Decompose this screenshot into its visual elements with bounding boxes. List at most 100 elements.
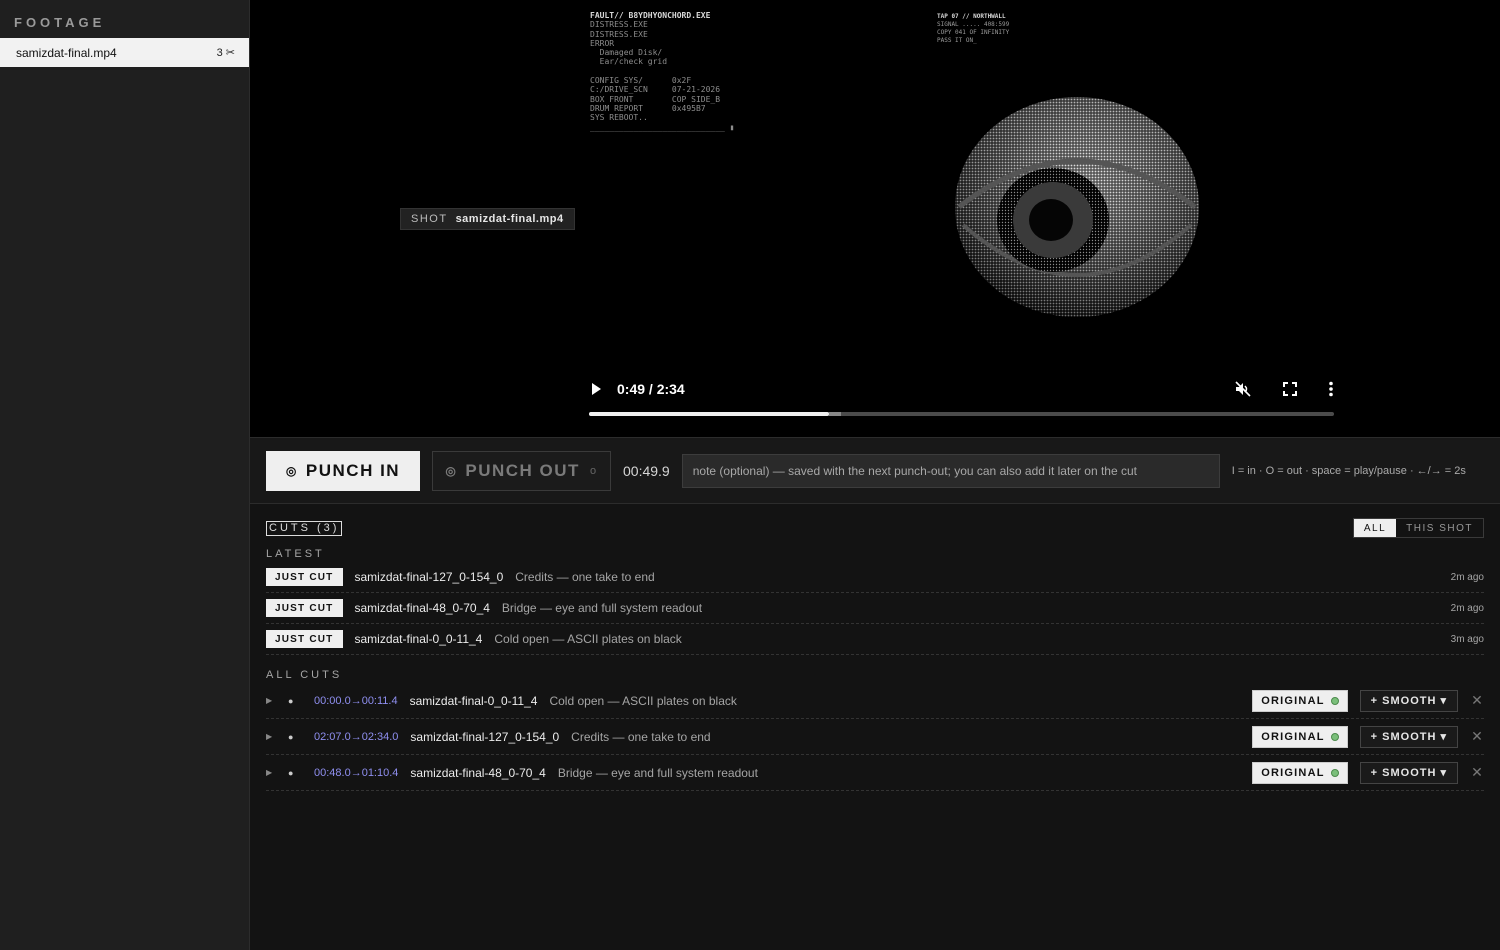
ascii-line: BOX FRONT COP SIDE_B (590, 94, 721, 104)
cut-note: Credits — one take to end (515, 570, 655, 584)
latest-cut-row[interactable]: JUST CUT samizdat-final-127_0-154_0 Cred… (266, 562, 1484, 593)
player-controls: 0:49 / 2:34 (589, 376, 1334, 402)
cut-range[interactable]: 00:00.0→00:11.4 (314, 695, 398, 707)
cuts-filter-toggle: ALL THIS SHOT (1352, 518, 1484, 538)
cut-note: Bridge — eye and full system readout (501, 601, 703, 615)
cut-range[interactable]: 02:07.0→02:34.0 (314, 731, 398, 743)
latest-list: JUST CUT samizdat-final-127_0-154_0 Cred… (266, 562, 1484, 655)
sidebar-file-item[interactable]: samizdat-final.mp4 3 ✂ (0, 38, 249, 67)
ascii-line (590, 67, 735, 76)
shot-label-value: samizdat-final.mp4 (455, 213, 564, 225)
kebab-menu-icon (1329, 381, 1333, 397)
mute-button[interactable] (1234, 380, 1252, 398)
ready-indicator-icon (1330, 696, 1339, 705)
cut-timestamp: 2m ago (1450, 602, 1484, 614)
cut-actions: ORIGINAL + SMOOTH ▾ ✕ (1252, 761, 1484, 784)
just-cut-badge: JUST CUT (266, 599, 343, 617)
main: FAULT// B8YDHYONCHORD.EXE DISTRESS.EXE DIS… (250, 0, 1500, 950)
latest-cut-row[interactable]: JUST CUT samizdat-final-0_0-11_4 Cold op… (266, 624, 1484, 655)
just-cut-badge: JUST CUT (266, 630, 343, 648)
ascii-line: FAULT// B8YDHYONCHORD.EXE (590, 11, 711, 20)
play-button[interactable] (589, 382, 603, 396)
expand-caret-icon[interactable]: ▶ (266, 732, 288, 741)
smooth-dropdown[interactable]: + SMOOTH ▾ (1359, 761, 1458, 784)
ascii-line: Damaged Disk/ (590, 48, 663, 58)
filter-all[interactable]: ALL (1353, 519, 1397, 537)
cut-row: ▶ ● 00:00.0→00:11.4 samizdat-final-0_0-1… (266, 683, 1484, 719)
cuts-panel: CUTS (3) ALL THIS SHOT LATEST JUST CUT s… (250, 504, 1500, 791)
original-button[interactable]: ORIGINAL (1252, 689, 1348, 712)
cut-timestamp: 3m ago (1450, 633, 1484, 645)
shot-label: SHOT samizdat-final.mp4 (400, 208, 575, 230)
video-player[interactable]: FAULT// B8YDHYONCHORD.EXE DISTRESS.EXE DIS… (250, 0, 1500, 437)
cut-range[interactable]: 00:48.0→01:10.4 (314, 767, 398, 779)
keyboard-hints: I = in · O = out · space = play/pause · … (1231, 464, 1466, 477)
play-icon (592, 383, 601, 395)
cuts-header: CUTS (3) ALL THIS SHOT (266, 518, 1484, 538)
all-cuts-list: ▶ ● 00:00.0→00:11.4 samizdat-final-0_0-1… (266, 683, 1484, 791)
filter-this-shot[interactable]: THIS SHOT (1396, 519, 1483, 537)
original-label: ORIGINAL (1261, 766, 1325, 779)
cut-row: ▶ ● 00:48.0→01:10.4 samizdat-final-48_0-… (266, 755, 1484, 791)
seek-bar[interactable] (589, 412, 1334, 416)
cut-timestamp: 2m ago (1450, 571, 1484, 583)
ascii-readout-right: TAP 07 // NORTHWALL SIGNAL ..... 408:599 C… (937, 13, 1009, 45)
just-cut-badge: JUST CUT (266, 568, 343, 586)
ascii-line: C:/DRIVE_SCN 07-21-2026 (590, 85, 721, 95)
player-controls-right (1234, 380, 1334, 398)
note-input[interactable] (681, 453, 1220, 488)
cut-row: ▶ ● 02:07.0→02:34.0 samizdat-final-127_0… (266, 719, 1484, 755)
original-button[interactable]: ORIGINAL (1252, 725, 1348, 748)
ascii-line: DISTRESS.EXE (590, 20, 648, 30)
cut-note: Cold open — ASCII plates on black (494, 632, 682, 646)
seek-bar-played (589, 412, 829, 416)
punch-out-suffix: o (589, 464, 598, 477)
punch-in-button[interactable]: ◎ PUNCH IN (266, 450, 420, 491)
app: FOOTAGE samizdat-final.mp4 3 ✂ FAULT// B… (0, 0, 1500, 950)
cut-actions: ORIGINAL + SMOOTH ▾ ✕ (1252, 725, 1484, 748)
ready-indicator-icon (1330, 732, 1339, 741)
shot-label-key: SHOT (411, 213, 448, 225)
ascii-line: TAP 07 // NORTHWALL (937, 13, 1006, 20)
punch-in-label: PUNCH IN (305, 460, 401, 480)
target-icon: ◎ (445, 463, 458, 478)
cut-name: samizdat-final-127_0-154_0 (354, 570, 504, 584)
seek-bar-buffered (828, 412, 841, 416)
eye-graphic (955, 97, 1199, 317)
original-button[interactable]: ORIGINAL (1252, 761, 1348, 784)
more-options-button[interactable] (1328, 381, 1334, 397)
delete-cut-icon[interactable]: ✕ (1470, 692, 1484, 709)
cut-name: samizdat-final-0_0-11_4 (409, 693, 538, 708)
punch-out-button[interactable]: ◎ PUNCH OUT o (432, 450, 611, 491)
fullscreen-icon (1283, 382, 1297, 396)
sidebar-title: FOOTAGE (14, 15, 106, 30)
delete-cut-icon[interactable]: ✕ (1470, 764, 1484, 781)
latest-cut-row[interactable]: JUST CUT samizdat-final-48_0-70_4 Bridge… (266, 593, 1484, 624)
playback-time: 0:49 / 2:34 (617, 381, 685, 397)
ascii-line: CONFIG SYS/ 0x2F (590, 76, 692, 86)
ascii-line: DRUM REPORT 0x495B7 (590, 103, 706, 113)
smooth-dropdown[interactable]: + SMOOTH ▾ (1359, 725, 1458, 748)
delete-cut-icon[interactable]: ✕ (1470, 728, 1484, 745)
ascii-line: COPY 041 OF INFINITY (937, 29, 1010, 36)
cut-name: samizdat-final-48_0-70_4 (354, 601, 490, 615)
fullscreen-button[interactable] (1282, 381, 1298, 397)
ascii-line: ____________________________ ▮ (590, 122, 735, 132)
muted-speaker-icon (1235, 381, 1251, 397)
expand-caret-icon[interactable]: ▶ (266, 696, 288, 705)
file-cut-count: 3 ✂ (216, 47, 235, 59)
ascii-line: PASS IT ON_ (937, 37, 977, 44)
smooth-dropdown[interactable]: + SMOOTH ▾ (1359, 689, 1458, 712)
sidebar: FOOTAGE samizdat-final.mp4 3 ✂ (0, 0, 250, 950)
original-label: ORIGINAL (1261, 730, 1325, 743)
cut-name: samizdat-final-127_0-154_0 (410, 729, 560, 744)
latest-label: LATEST (266, 548, 325, 560)
cut-name: samizdat-final-48_0-70_4 (410, 765, 546, 780)
current-timecode: 00:49.9 (623, 462, 670, 479)
ascii-line: DISTRESS.EXE (590, 29, 648, 39)
expand-caret-icon[interactable]: ▶ (266, 768, 288, 777)
cut-note: Cold open — ASCII plates on black (549, 693, 737, 708)
punch-out-label: PUNCH OUT (465, 460, 580, 480)
original-label: ORIGINAL (1261, 694, 1325, 707)
cut-note: Bridge — eye and full system readout (557, 765, 758, 780)
